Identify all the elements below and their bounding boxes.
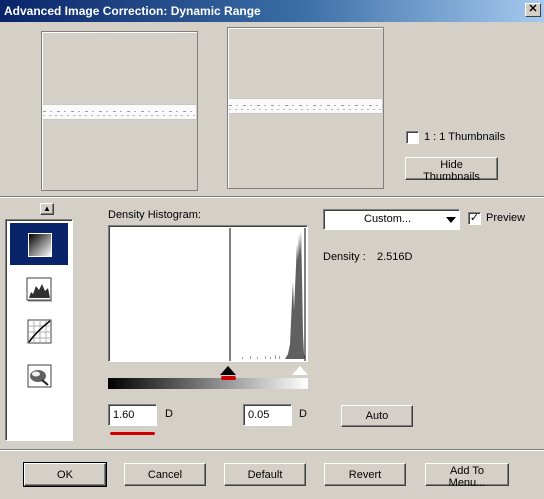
density-gradient-bar bbox=[108, 378, 308, 389]
color-balance-tool-button[interactable] bbox=[24, 360, 54, 390]
revert-button[interactable]: Revert bbox=[324, 463, 406, 486]
histogram-tool-button[interactable] bbox=[24, 273, 54, 303]
density-readout-label: Density : bbox=[323, 251, 366, 263]
max-density-input[interactable] bbox=[243, 404, 292, 426]
preview-label: Preview bbox=[486, 212, 526, 224]
auto-button[interactable]: Auto bbox=[341, 405, 413, 427]
add-to-menu-button[interactable]: Add To Menu... bbox=[425, 463, 509, 489]
min-density-underline bbox=[110, 432, 155, 435]
density-histogram bbox=[108, 225, 308, 362]
color-balance-icon bbox=[27, 364, 52, 388]
title-bar: Advanced Image Correction: Dynamic Range bbox=[0, 0, 544, 22]
after-image-strip bbox=[229, 98, 382, 114]
min-density-slider-handle[interactable] bbox=[220, 366, 236, 375]
min-density-unit: D bbox=[165, 408, 173, 420]
hide-thumbnails-button[interactable]: Hide Thumbnails bbox=[405, 157, 498, 183]
curves-tool-button[interactable] bbox=[24, 316, 54, 346]
one-to-one-thumbnails-checkbox[interactable] bbox=[406, 131, 419, 144]
histogram-chart bbox=[229, 228, 306, 361]
preset-dropdown[interactable]: Custom... bbox=[323, 209, 460, 230]
density-readout-value: 2.516D bbox=[377, 251, 413, 263]
min-density-slider-marker bbox=[221, 376, 236, 380]
after-thumbnail bbox=[227, 27, 384, 189]
min-density-input[interactable] bbox=[108, 404, 157, 426]
ok-button[interactable]: OK bbox=[23, 462, 107, 487]
default-button[interactable]: Default bbox=[224, 463, 306, 486]
close-button[interactable]: ✕ bbox=[525, 3, 541, 17]
window-title: Advanced Image Correction: Dynamic Range bbox=[4, 4, 261, 18]
dynamic-range-tool-button[interactable] bbox=[10, 223, 68, 265]
one-to-one-thumbnails-label: 1 : 1 Thumbnails bbox=[424, 131, 506, 143]
preset-dropdown-value: Custom... bbox=[364, 213, 412, 225]
separator-bottom bbox=[0, 449, 544, 451]
chevron-down-icon bbox=[446, 217, 456, 223]
before-image-strip bbox=[43, 104, 196, 120]
curves-icon bbox=[27, 319, 52, 344]
before-thumbnail bbox=[41, 31, 198, 191]
max-density-slider-handle[interactable] bbox=[292, 366, 308, 375]
scroll-up-button[interactable]: ▲ bbox=[40, 203, 54, 215]
cancel-button[interactable]: Cancel bbox=[124, 463, 206, 486]
separator-top bbox=[0, 196, 544, 198]
max-density-unit: D bbox=[299, 408, 307, 420]
dynamic-range-icon bbox=[28, 233, 52, 257]
preview-checkbox[interactable]: ✓ bbox=[468, 212, 481, 225]
histogram-icon bbox=[26, 277, 52, 302]
density-histogram-label: Density Histogram: bbox=[108, 209, 201, 221]
